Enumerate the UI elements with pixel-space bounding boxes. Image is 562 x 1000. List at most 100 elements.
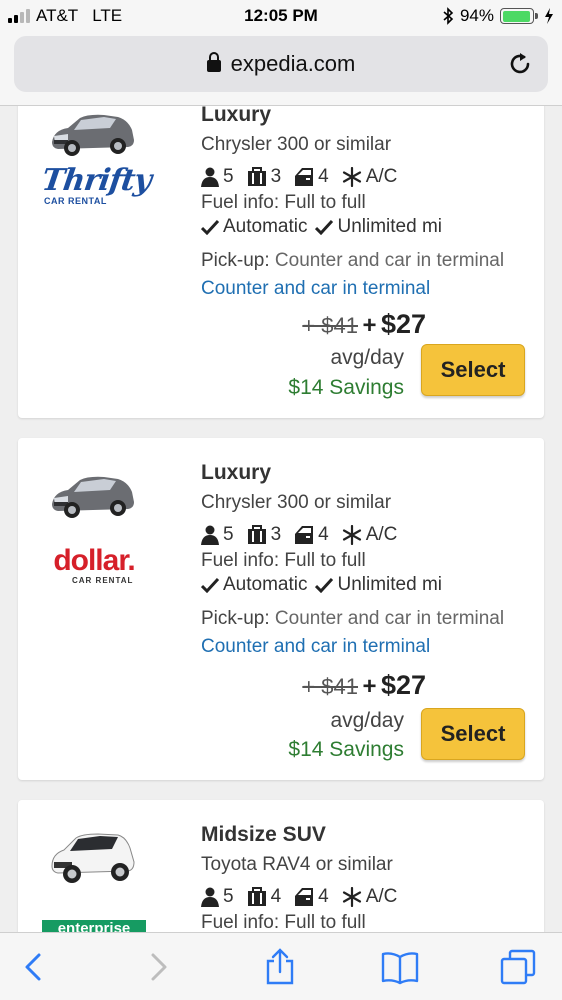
passenger-count: 5 [223,524,234,545]
transmission-label: Automatic [223,216,308,237]
car-features: Automatic Unlimited mi [201,573,541,597]
pickup-label: Pick-up: [201,608,270,629]
luggage-icon [247,887,266,906]
car-result-card: dollar. CAR RENTAL Luxury Chrysler 300 o… [18,438,544,780]
savings-amount: $14 Savings [288,738,404,761]
car-features: Automatic Unlimited mi [201,215,541,239]
bags-spec: 3 [247,165,282,189]
ac-label: A/C [365,166,398,187]
enterprise-logo: enterprise [42,920,146,932]
snowflake-icon [342,167,361,187]
passenger-count: 5 [223,886,234,907]
address-bar[interactable]: expedia.com [14,36,548,92]
price-line: + $41 + $27 [254,309,426,340]
checkmark-icon [315,219,334,235]
price-period: avg/day [330,709,404,732]
dollar-sub: CAR RENTAL [72,576,134,585]
back-chevron-icon[interactable] [14,947,54,987]
current-price: $27 [380,309,426,339]
car-specs: 5 3 4 A/C [201,165,541,189]
mileage-feature: Unlimited mi [315,573,442,597]
passengers-spec: 5 [201,165,234,189]
thrifty-logo: Thrifty CAR RENTAL [39,163,154,210]
forward-chevron-icon[interactable] [138,947,178,987]
bags-spec: 3 [247,523,282,547]
url-display[interactable]: expedia.com [14,51,548,77]
browser-toolbar [0,932,562,1000]
pickup-info: Pick-up: Counter and car in terminal [201,249,541,273]
checkmark-icon [315,577,334,593]
person-icon [201,167,219,187]
url-text: expedia.com [230,51,356,76]
bag-count: 3 [270,524,282,545]
pickup-value: Counter and car in terminal [274,250,505,271]
bag-count: 3 [270,166,282,187]
passengers-spec: 5 [201,523,234,547]
mileage-feature: Unlimited mi [315,215,442,239]
browser-chrome: expedia.com [0,34,562,106]
sedan-car-image [52,114,134,156]
car-details: Luxury Chrysler 300 or similar 5 3 4 A/C [201,106,541,301]
door-count: 4 [318,166,329,187]
snowflake-icon [342,887,361,907]
reload-icon[interactable] [506,50,534,78]
ac-spec: A/C [342,523,397,547]
car-result-card: enterprise Midsize SUV Toyota RAV4 or si… [18,800,544,932]
pickup-link[interactable]: Counter and car in terminal [201,277,541,301]
transmission-feature: Automatic [201,573,307,597]
bag-count: 4 [270,886,282,907]
enterprise-wordmark: enterprise [57,920,131,932]
door-count: 4 [318,524,329,545]
suv-car-image [51,833,135,883]
savings-amount: $14 Savings [288,376,404,399]
bluetooth-icon [443,7,454,25]
fuel-info: Fuel info: Full to full [201,192,366,213]
ac-spec: A/C [342,885,398,909]
charging-bolt-icon [545,8,553,24]
door-count: 4 [318,886,329,907]
car-door-icon [295,888,314,906]
ac-label: A/C [365,886,398,907]
car-specs: 5 4 4 A/C [201,885,541,909]
checkmark-icon [201,577,219,593]
pickup-label: Pick-up: [201,250,270,271]
price-plus: + [362,312,377,339]
passenger-count: 5 [223,166,234,187]
dollar-logo: dollar. CAR RENTAL [42,546,146,590]
tabs-icon[interactable] [498,947,538,987]
car-model: Chrysler 300 or similar [201,492,392,513]
thrifty-wordmark: Thrifty [39,163,154,198]
sedan-car-image [52,476,134,518]
car-category: Luxury [201,106,272,126]
select-button[interactable]: Select [421,344,525,396]
car-model: Toyota RAV4 or similar [201,854,393,875]
passengers-spec: 5 [201,885,234,909]
battery-group: 94% [442,6,554,26]
share-icon[interactable] [260,947,300,987]
select-button[interactable]: Select [421,708,525,760]
status-bar: AT&T LTE 12:05 PM 94% [0,0,562,34]
snowflake-icon [342,525,361,545]
car-category: Luxury [201,461,272,484]
price-plus: + [362,673,377,700]
doors-spec: 4 [294,165,329,189]
current-price: $27 [380,670,426,700]
car-specs: 5 3 4 A/C [201,523,541,547]
luggage-icon [247,167,266,186]
doors-spec: 4 [294,885,329,909]
pickup-info: Pick-up: Counter and car in terminal [201,607,541,631]
car-door-icon [295,168,314,186]
original-price: + $41 [302,313,359,338]
car-details: Luxury Chrysler 300 or similar 5 3 4 A/C [201,460,541,659]
pickup-link[interactable]: Counter and car in terminal [201,635,541,659]
transmission-label: Automatic [223,574,308,595]
fuel-info: Fuel info: Full to full [201,550,366,571]
results-list[interactable]: Thrifty CAR RENTAL Luxury Chrysler 300 o… [0,106,562,932]
person-icon [201,887,219,907]
fuel-info: Fuel info: Full to full [201,912,366,932]
ac-spec: A/C [342,165,398,189]
bookmarks-icon[interactable] [380,947,420,987]
original-price: + $41 [302,674,359,699]
doors-spec: 4 [294,523,329,547]
battery-icon [500,8,538,24]
